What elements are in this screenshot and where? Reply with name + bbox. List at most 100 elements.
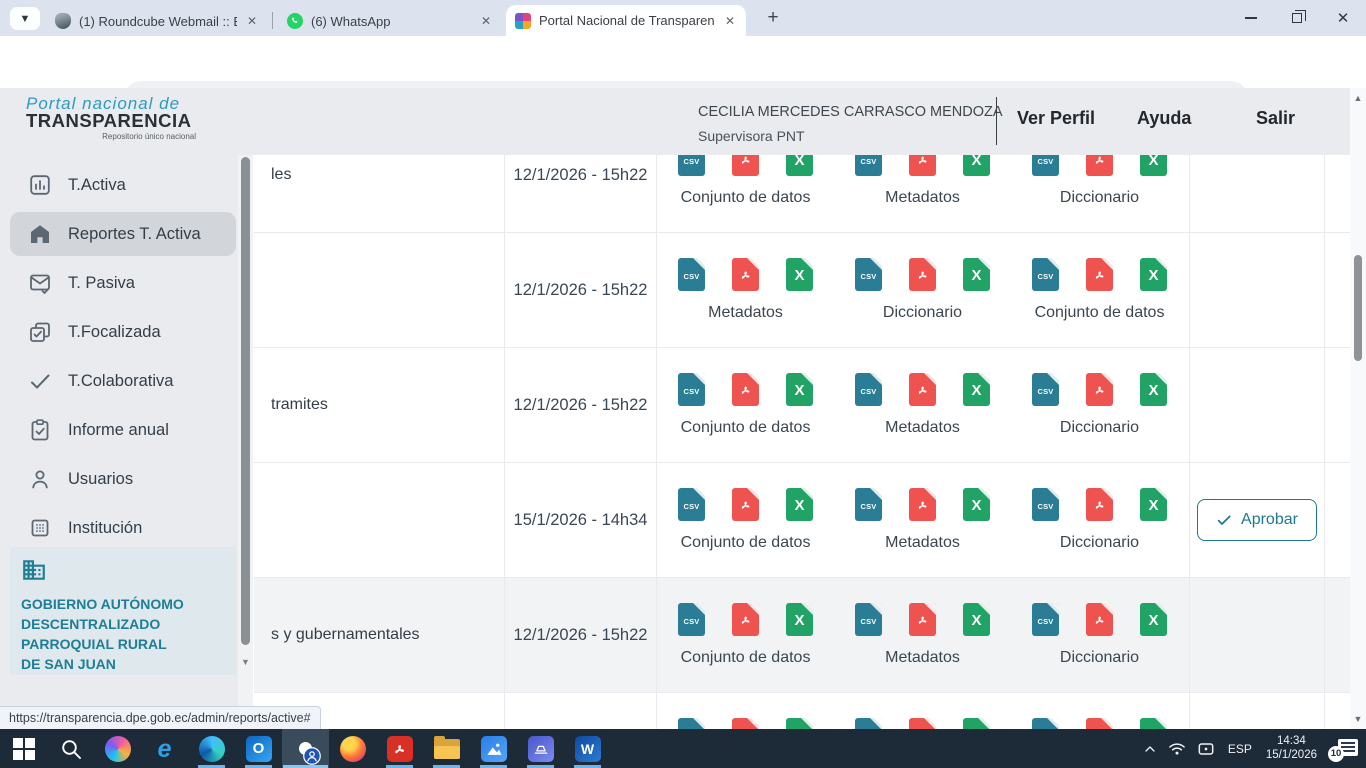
pdf-file-icon[interactable] [1086,373,1113,406]
csv-file-icon[interactable]: CSV [1032,258,1059,291]
pdf-file-icon[interactable] [1086,603,1113,636]
excel-file-icon[interactable]: X [963,718,990,729]
excel-file-icon[interactable]: X [963,258,990,291]
pdf-file-icon[interactable] [909,718,936,729]
csv-file-icon[interactable]: CSV [678,718,705,729]
excel-file-icon[interactable]: X [786,603,813,636]
ver-perfil-link[interactable]: Ver Perfil [1017,108,1095,129]
csv-file-icon[interactable]: CSV [678,603,705,636]
taskbar-word-button[interactable]: W [564,729,611,768]
excel-file-icon[interactable]: X [1140,155,1167,176]
sidebar-item-t-pasiva[interactable]: T. Pasiva [10,261,236,305]
scroll-down-arrow-icon[interactable]: ▼ [238,657,253,667]
sidebar-institution-item[interactable]: GOBIERNO AUTÓNOMO DESCENTRALIZADO PARROQ… [10,547,236,675]
close-tab-icon[interactable]: ✕ [479,14,493,28]
pdf-file-icon[interactable] [1086,488,1113,521]
csv-file-icon[interactable]: CSV [855,155,882,176]
scroll-down-arrow-icon[interactable]: ▼ [1350,714,1366,724]
excel-file-icon[interactable]: X [963,373,990,406]
new-tab-button[interactable]: + [760,7,786,29]
pdf-file-icon[interactable] [909,488,936,521]
taskbar-copilot-button[interactable] [94,729,141,768]
csv-file-icon[interactable]: CSV [678,258,705,291]
tab-portal-transparencia[interactable]: Portal Nacional de Transparenci ✕ [506,5,746,36]
excel-file-icon[interactable]: X [963,488,990,521]
pdf-file-icon[interactable] [1086,258,1113,291]
excel-file-icon[interactable]: X [786,258,813,291]
scroll-up-arrow-icon[interactable]: ▲ [1350,93,1366,103]
pdf-file-icon[interactable] [909,258,936,291]
tab-whatsapp[interactable]: (6) WhatsApp ✕ [278,6,502,36]
csv-file-icon[interactable]: CSV [1032,155,1059,176]
approve-button[interactable]: Aprobar [1197,499,1317,541]
excel-file-icon[interactable]: X [963,155,990,176]
sidebar-item-informe-anual[interactable]: Informe anual [10,408,236,452]
csv-file-icon[interactable]: CSV [1032,373,1059,406]
sidebar-item-t-focalizada[interactable]: T.Focalizada [10,310,236,354]
page-scrollbar-thumb[interactable] [1354,255,1362,361]
excel-file-icon[interactable]: X [1140,603,1167,636]
tray-notifications-button[interactable]: 10 [1328,738,1358,760]
taskbar-file-explorer-button[interactable] [423,729,470,768]
excel-file-icon[interactable]: X [963,603,990,636]
excel-file-icon[interactable]: X [786,488,813,521]
sidebar-item-t-activa[interactable]: T.Activa [10,163,236,207]
pdf-file-icon[interactable] [732,155,759,176]
tray-show-hidden-icons-button[interactable] [1142,741,1158,757]
taskbar-search-button[interactable] [47,729,94,768]
pdf-file-icon[interactable] [909,155,936,176]
taskbar-chrome-button[interactable] [282,729,329,768]
tray-language-indicator[interactable]: ESP [1225,742,1255,756]
restore-button[interactable] [1274,0,1320,36]
pdf-file-icon[interactable] [732,258,759,291]
csv-file-icon[interactable]: CSV [1032,488,1059,521]
taskbar-edge-button[interactable] [188,729,235,768]
csv-file-icon[interactable]: CSV [855,603,882,636]
excel-file-icon[interactable]: X [1140,258,1167,291]
tray-display-button[interactable] [1196,739,1216,759]
pdf-file-icon[interactable] [732,488,759,521]
excel-file-icon[interactable]: X [1140,488,1167,521]
tray-clock[interactable]: 14:34 15/1/2026 [1264,735,1319,762]
minimize-button[interactable] [1228,0,1274,36]
pdf-file-icon[interactable] [732,718,759,729]
csv-file-icon[interactable]: CSV [855,373,882,406]
close-window-button[interactable]: ✕ [1320,0,1366,36]
sidebar-item-reportes-t-activa[interactable]: Reportes T. Activa [10,212,236,256]
taskbar-internet-explorer-button[interactable]: e [141,729,188,768]
tab-roundcube[interactable]: (1) Roundcube Webmail :: Entra ✕ [46,6,268,36]
pdf-file-icon[interactable] [732,603,759,636]
csv-file-icon[interactable]: CSV [1032,603,1059,636]
excel-file-icon[interactable]: X [786,373,813,406]
start-button[interactable] [0,729,47,768]
sidebar-scrollbar[interactable]: ▼ [238,155,253,729]
excel-file-icon[interactable]: X [786,155,813,176]
csv-file-icon[interactable]: CSV [678,373,705,406]
sidebar-item-usuarios[interactable]: Usuarios [10,457,236,501]
pdf-file-icon[interactable] [1086,155,1113,176]
excel-file-icon[interactable]: X [786,718,813,729]
close-tab-icon[interactable]: ✕ [723,14,737,28]
sidebar-item-institucion[interactable]: Institución [10,506,236,550]
csv-file-icon[interactable]: CSV [678,488,705,521]
csv-file-icon[interactable]: CSV [1032,718,1059,729]
page-scrollbar[interactable]: ▲ ▼ [1350,88,1366,729]
pdf-file-icon[interactable] [1086,718,1113,729]
close-tab-icon[interactable]: ✕ [245,14,259,28]
taskbar-outlook-button[interactable]: O [235,729,282,768]
csv-file-icon[interactable]: CSV [678,155,705,176]
taskbar-firefox-button[interactable] [329,729,376,768]
tab-search-button[interactable]: ▼ [10,7,40,30]
tray-wifi-button[interactable] [1167,739,1187,759]
taskbar-scanner-button[interactable] [517,729,564,768]
salir-link[interactable]: Salir [1256,108,1295,129]
pdf-file-icon[interactable] [909,603,936,636]
excel-file-icon[interactable]: X [1140,718,1167,729]
taskbar-acrobat-button[interactable] [376,729,423,768]
csv-file-icon[interactable]: CSV [855,718,882,729]
csv-file-icon[interactable]: CSV [855,258,882,291]
sidebar-scrollbar-thumb[interactable] [241,157,250,645]
taskbar-photos-button[interactable] [470,729,517,768]
csv-file-icon[interactable]: CSV [855,488,882,521]
ayuda-link[interactable]: Ayuda [1137,108,1191,129]
